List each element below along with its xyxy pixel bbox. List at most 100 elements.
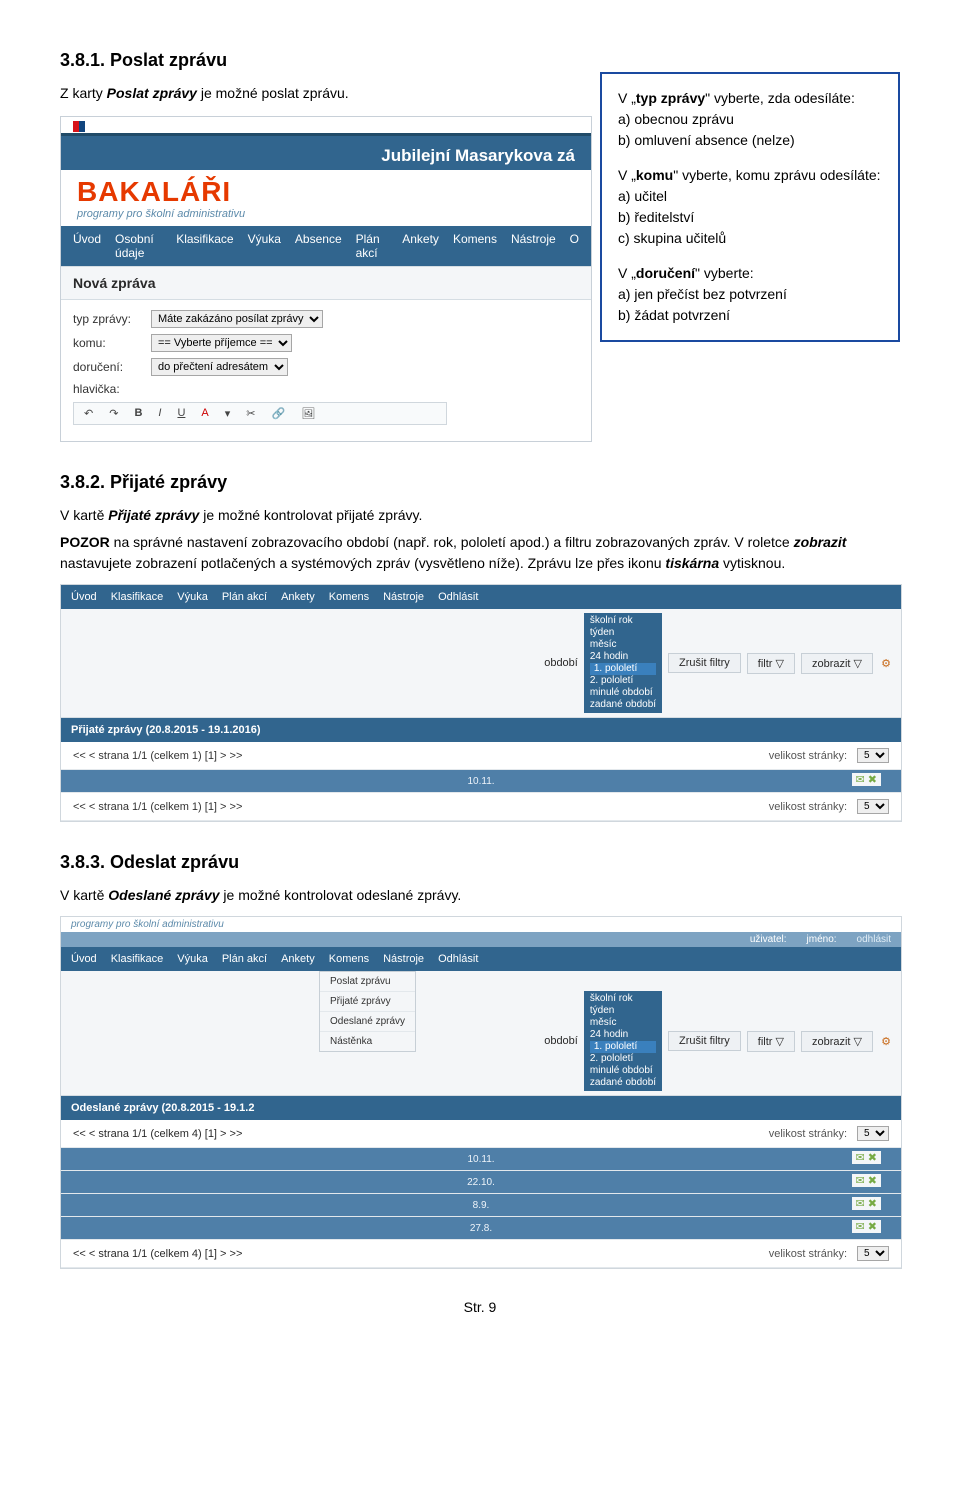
message-row[interactable]: 10.11. — [61, 1148, 901, 1171]
redo-icon[interactable]: ↷ — [105, 407, 122, 420]
page-size-select[interactable]: 5 — [857, 1126, 889, 1141]
obdobi-dropdown[interactable]: školní roktýdenměsíc24 hodin1. pololetí2… — [584, 991, 662, 1091]
menu-item[interactable]: Klasifikace — [176, 232, 233, 260]
undo-icon[interactable]: ↶ — [80, 407, 97, 420]
text: " vyberte: — [695, 265, 754, 281]
text: " vyberte, komu zprávu odesíláte: — [673, 167, 880, 183]
filtr-button[interactable]: filtr ▽ — [747, 653, 795, 674]
menu-item[interactable]: Absence — [295, 232, 342, 260]
row-icons[interactable]: ✉ ✖ — [852, 1174, 882, 1187]
page-size-select[interactable]: 5 — [857, 748, 889, 763]
label-komu: komu: — [73, 336, 143, 350]
menu-item[interactable]: Výuka — [248, 232, 281, 260]
submenu-item[interactable]: Poslat zprávu — [320, 972, 415, 992]
pager-text[interactable]: << < strana 1/1 (celkem 1) [1] > >> — [73, 750, 242, 762]
menu-item[interactable]: Odhlásit — [438, 953, 478, 965]
link-icon[interactable]: 🔗 — [268, 407, 290, 420]
top-menu: Úvod Klasifikace Výuka Plán akcí Ankety Komen… — [61, 585, 901, 609]
page-size-select[interactable]: 5 — [857, 1246, 889, 1261]
dropdown-option[interactable]: 24 hodin — [590, 651, 656, 663]
text-color-button[interactable]: A — [197, 407, 212, 420]
text: V „ — [618, 265, 636, 281]
submenu-item[interactable]: Přijaté zprávy — [320, 992, 415, 1012]
menu-item[interactable]: Ankety — [402, 232, 439, 260]
dropdown-option[interactable]: 2. pololetí — [590, 1053, 656, 1065]
color-dropdown-icon[interactable]: ▾ — [221, 407, 235, 420]
dropdown-option[interactable]: školní rok — [590, 615, 656, 627]
select-typ[interactable]: Máte zakázáno posílat zprávy — [151, 310, 323, 328]
menu-item[interactable]: Úvod — [73, 232, 101, 260]
message-date: 27.8. — [470, 1223, 492, 1234]
menu-item[interactable]: Komens — [329, 953, 369, 965]
filtr-button[interactable]: filtr ▽ — [747, 1031, 795, 1052]
select-komu[interactable]: == Vyberte příjemce == — [151, 334, 292, 352]
label-doruceni: doručení: — [73, 360, 143, 374]
italic-button[interactable]: I — [154, 407, 165, 420]
menu-item[interactable]: Plán akcí — [356, 232, 389, 260]
message-row[interactable]: 8.9. — [61, 1194, 901, 1217]
dropdown-option[interactable]: školní rok — [590, 993, 656, 1005]
submenu-item[interactable]: Odeslané zprávy — [320, 1012, 415, 1032]
dropdown-option[interactable]: zadané období — [590, 1077, 656, 1089]
row-icons[interactable]: ✉ ✖ — [852, 1220, 882, 1233]
filter-bar: období školní roktýdenměsíc24 hodin1. po… — [61, 609, 901, 718]
dropdown-option[interactable]: 24 hodin — [590, 1029, 656, 1041]
select-doruceni[interactable]: do přečtení adresátem — [151, 358, 288, 376]
pager-text[interactable]: << < strana 1/1 (celkem 4) [1] > >> — [73, 1128, 242, 1140]
menu-item[interactable]: Klasifikace — [111, 953, 164, 965]
page-size-label: velikost stránky: — [769, 801, 847, 813]
callout-box: V „typ zprávy" vyberte, zda odesíláte: a… — [600, 72, 900, 342]
underline-button[interactable]: U — [173, 407, 189, 420]
dropdown-option[interactable]: minulé období — [590, 687, 656, 699]
dropdown-option[interactable]: 1. pololetí — [590, 1041, 656, 1053]
menu-item[interactable]: Odhlásit — [438, 591, 478, 603]
dropdown-option[interactable]: měsíc — [590, 1017, 656, 1029]
menu-item[interactable]: Úvod — [71, 953, 97, 965]
gear-icon[interactable]: ⚙ — [879, 657, 893, 670]
menu-item[interactable]: Osobní údaje — [115, 232, 162, 260]
menu-item[interactable]: Komens — [453, 232, 497, 260]
dropdown-option[interactable]: týden — [590, 627, 656, 639]
menu-item[interactable]: Úvod — [71, 591, 97, 603]
row-icons[interactable]: ✉ ✖ — [852, 1151, 882, 1164]
image-icon[interactable]: 🖼 — [297, 407, 319, 420]
page-size-select[interactable]: 5 — [857, 799, 889, 814]
dropdown-option[interactable]: týden — [590, 1005, 656, 1017]
dropdown-option[interactable]: 1. pololetí — [590, 663, 656, 675]
menu-item[interactable]: Komens — [329, 591, 369, 603]
message-row[interactable]: 27.8. — [61, 1217, 901, 1240]
bold-button[interactable]: B — [130, 407, 146, 420]
cut-icon[interactable]: ✂ — [242, 407, 259, 420]
message-row[interactable]: 10.11. — [61, 770, 901, 793]
menu-item[interactable]: Plán akcí — [222, 953, 267, 965]
menu-item[interactable]: O — [570, 232, 579, 260]
menu-item[interactable]: Výuka — [177, 953, 208, 965]
dropdown-option[interactable]: 2. pololetí — [590, 675, 656, 687]
row-icons[interactable]: ✉ ✖ — [852, 773, 882, 786]
menu-item[interactable]: Nástroje — [511, 232, 556, 260]
pager-text[interactable]: << < strana 1/1 (celkem 1) [1] > >> — [73, 801, 242, 813]
logout-link[interactable]: odhlásit — [857, 934, 891, 945]
menu-item[interactable]: Ankety — [281, 953, 315, 965]
menu-item[interactable]: Ankety — [281, 591, 315, 603]
zrusit-filtry-button[interactable]: Zrušit filtry — [668, 653, 741, 673]
dropdown-option[interactable]: minulé období — [590, 1065, 656, 1077]
menu-item[interactable]: Nástroje — [383, 591, 424, 603]
screenshot-received-messages: Úvod Klasifikace Výuka Plán akcí Ankety Komen… — [60, 584, 902, 822]
zobrazit-button[interactable]: zobrazit ▽ — [801, 653, 873, 674]
zobrazit-button[interactable]: zobrazit ▽ — [801, 1031, 873, 1052]
menu-item[interactable]: Nástroje — [383, 953, 424, 965]
submenu-item[interactable]: Nástěnka — [320, 1032, 415, 1051]
obdobi-dropdown[interactable]: školní roktýdenměsíc24 hodin1. pololetí2… — [584, 613, 662, 713]
dropdown-option[interactable]: zadané období — [590, 699, 656, 711]
obdobi-label: období — [544, 657, 578, 669]
message-row[interactable]: 22.10. — [61, 1171, 901, 1194]
menu-item[interactable]: Klasifikace — [111, 591, 164, 603]
row-icons[interactable]: ✉ ✖ — [852, 1197, 882, 1210]
menu-item[interactable]: Plán akcí — [222, 591, 267, 603]
pager-text[interactable]: << < strana 1/1 (celkem 4) [1] > >> — [73, 1248, 242, 1260]
menu-item[interactable]: Výuka — [177, 591, 208, 603]
gear-icon[interactable]: ⚙ — [879, 1035, 893, 1048]
zrusit-filtry-button[interactable]: Zrušit filtry — [668, 1031, 741, 1051]
dropdown-option[interactable]: měsíc — [590, 639, 656, 651]
